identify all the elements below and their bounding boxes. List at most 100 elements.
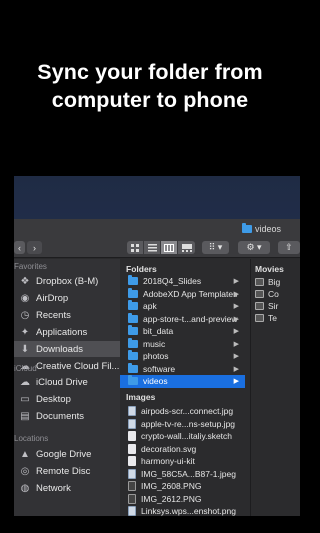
window-title: videos [242,223,281,234]
movie-item[interactable]: Co [255,288,279,299]
folder-row[interactable]: 2018Q4_Slides ▶ [120,275,245,288]
folder-row[interactable]: photos ▶ [120,350,245,363]
icon-view-button[interactable] [127,241,144,254]
video-file-icon [255,289,264,298]
sidebar-item-label: Downloads [36,343,83,355]
network-icon: ◍ [20,482,30,494]
movie-item[interactable]: Sir [255,300,278,311]
sidebar-item-applications[interactable]: ✦ Applications [14,324,127,340]
file-name: IMG_2612.PNG [141,493,202,504]
list-icon [147,243,157,251]
file-name: decoration.svg [141,443,197,454]
file-row[interactable]: IMG_2612.PNG [120,493,245,506]
action-button[interactable]: ⚙ ▾ [238,241,270,254]
video-file-icon [255,313,264,322]
folder-row[interactable]: app-store-t...and-preview ▶ [120,312,245,326]
columns-icon [164,243,174,252]
video-file-icon [255,277,264,286]
folder-row[interactable]: apk ▶ [120,300,245,313]
forward-button[interactable]: › [27,241,42,254]
sidebar-item-label: Applications [36,326,88,338]
folders-header: Folders [126,264,157,274]
file-row[interactable]: decoration.svg [120,443,245,456]
file-name: crypto-wall...italiy.sketch [141,431,233,442]
chevron-right-icon: ▶ [233,278,239,286]
icloud-header: iCloud [14,364,37,373]
chevron-right-icon: ▶ [233,290,239,298]
folder-name: photos [143,351,169,362]
folder-row[interactable]: bit_data ▶ [120,325,245,338]
sidebar-item-label: iCloud Drive [36,376,88,388]
sidebar-item-label: AirDrop [36,292,69,304]
movie-item[interactable]: Te [255,312,277,323]
finder-window: videos ‹ › ⠿ ▾ ⚙ ▾ ⇧ Favorites ❖ Dropbox… [14,219,300,516]
file-row[interactable]: harmony-ui-kit [120,455,245,468]
headline-line-1: Sync your folder from [37,60,263,84]
file-row[interactable]: IMG_58C5A...B87-1.jpeg [120,468,245,481]
folder-name: 2018Q4_Slides [143,276,202,287]
folder-icon [128,350,138,361]
file-name: harmony-ui-kit [141,456,195,467]
folder-icon [128,375,138,386]
file-row[interactable]: crypto-wall...italiy.sketch [120,430,245,443]
chevron-right-icon: ▶ [233,303,239,311]
file-icon [128,481,136,492]
folder-icon [128,337,138,348]
list-view-button[interactable] [144,241,161,254]
sidebar-item-remote-disc[interactable]: ◎ Remote Disc [14,463,127,479]
sidebar-item-label: Remote Disc [36,465,91,477]
group-by-button[interactable]: ⠿ ▾ [202,241,229,254]
folder-name: bit_data [143,326,174,337]
promo-headline: Sync your folder from computer to phone [0,58,300,114]
file-row[interactable]: IMG_2608.PNG [120,480,245,493]
folder-row[interactable]: AdobeXD App Templates ▶ [120,287,245,301]
images-header: Images [126,392,156,402]
chevron-right-icon: ▶ [233,340,239,348]
share-icon: ⇧ [285,242,293,252]
video-file-icon [255,301,264,310]
back-button[interactable]: ‹ [14,241,25,254]
share-button[interactable]: ⇧ [278,241,300,254]
movie-item[interactable]: Big [255,276,280,287]
downloads-icon: ⬇ [20,343,30,355]
file-name: apple-tv-re...ns-setup.jpg [141,418,236,429]
remote-disc-icon: ◎ [20,465,30,477]
file-row[interactable]: apple-tv-re...ns-setup.jpg [120,418,245,431]
file-icon [128,456,136,467]
folder-name: videos [143,376,168,387]
folder-icon [128,287,138,298]
google-drive-icon: ▲ [20,448,30,460]
sidebar-item-documents[interactable]: ▤ Documents [14,408,127,424]
airdrop-icon: ◉ [20,292,30,304]
sidebar-item-recents[interactable]: ◷ Recents [14,307,127,323]
locations-header: Locations [14,434,49,443]
folder-name: music [143,338,166,349]
sidebar-item-network[interactable]: ◍ Network [14,480,127,496]
file-row[interactable]: Linksys.wps...enshot.png [120,505,245,516]
sidebar-item-airdrop[interactable]: ◉ AirDrop [14,290,127,306]
gallery-view-button[interactable] [178,241,195,254]
sidebar-item-desktop[interactable]: ▭ Desktop [14,391,127,407]
favorites-header: Favorites [14,262,47,271]
folder-icon [128,300,138,311]
finder-sidebar: Favorites ❖ Dropbox (B-M) ◉ AirDrop ◷ Recents… [14,259,132,516]
sidebar-item-dropbox-b-m[interactable]: ❖ Dropbox (B-M) [14,273,127,289]
folder-row[interactable]: videos ▶ [120,375,245,388]
movies-column: Movies Big Co Sir Te [251,259,300,516]
file-icon [128,418,136,429]
column-view-button[interactable] [161,241,178,254]
sidebar-item-label: Desktop [36,393,71,405]
sidebar-item-downloads[interactable]: ⬇ Downloads [14,341,127,357]
chevron-left-icon: ‹ [18,242,21,253]
sidebar-item-icloud-drive[interactable]: ☁ iCloud Drive [14,374,127,390]
file-name: IMG_58C5A...B87-1.jpeg [141,468,236,479]
folder-icon [128,325,138,336]
sidebar-item-label: Google Drive [36,448,92,460]
folder-row[interactable]: music ▶ [120,337,245,351]
desktop-background: videos ‹ › ⠿ ▾ ⚙ ▾ ⇧ Favorites ❖ Dropbox… [14,176,300,516]
folder-row[interactable]: software ▶ [120,362,245,376]
sidebar-item-google-drive[interactable]: ▲ Google Drive [14,446,127,462]
file-row[interactable]: airpods-scr...connect.jpg [120,405,245,418]
grid-icon [130,243,139,252]
folder-icon [242,223,252,233]
